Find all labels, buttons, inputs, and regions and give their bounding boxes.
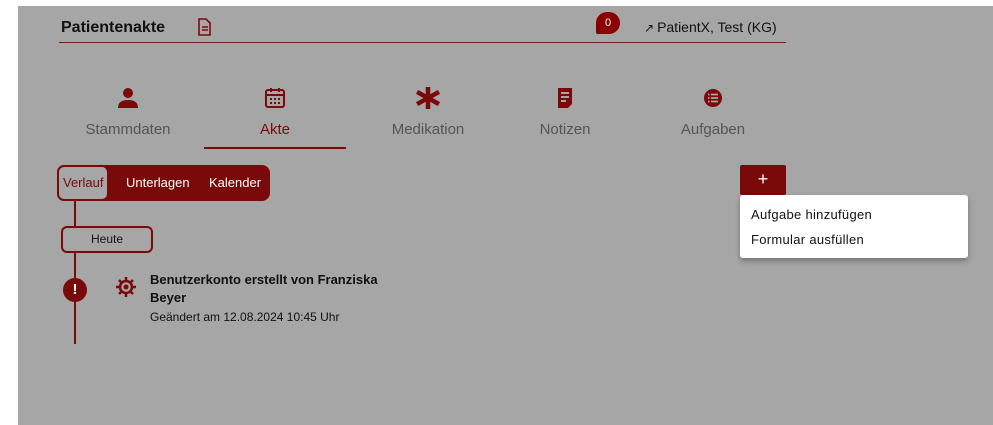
tab-label: Medikation (391, 121, 465, 138)
menu-item-add-task[interactable]: Aufgabe hinzufügen (751, 207, 872, 222)
external-link-icon: ↗ (644, 21, 655, 35)
page-title: Patientenakte (61, 19, 166, 36)
menu-item-fill-form[interactable]: Formular ausfüllen (751, 232, 864, 247)
timeline-line (74, 201, 76, 227)
tab-label: Stammdaten (85, 121, 171, 138)
gear-icon (116, 277, 136, 297)
tab-medikation[interactable]: Medikation (358, 87, 498, 138)
person-icon (118, 88, 138, 108)
document-icon[interactable] (196, 18, 212, 36)
event-changed-date: Geändert am 12.08.2024 10:45 Uhr (150, 310, 340, 324)
tab-notizen[interactable]: Notizen (495, 87, 635, 138)
tab-akte[interactable]: Akte (205, 87, 345, 138)
segment-kalender[interactable]: Kalender (209, 165, 261, 201)
add-button[interactable]: + (740, 165, 786, 195)
tab-aufgaben[interactable]: Aufgaben (643, 87, 783, 138)
segment-unterlagen[interactable]: Unterlagen (126, 165, 190, 201)
note-icon (558, 88, 572, 108)
tab-label: Aufgaben (680, 121, 746, 138)
add-menu: Aufgabe hinzufügen Formular ausfüllen (740, 195, 968, 258)
view-switcher: Verlauf Unterlagen Kalender (57, 165, 270, 201)
patient-name: PatientX, Test (KG) (657, 19, 777, 35)
page-header: Patientenakte 0 ↗ PatientX, Test (KG) (59, 12, 786, 43)
tab-stammdaten[interactable]: Stammdaten (58, 87, 198, 138)
alert-icon: ! (63, 278, 87, 302)
segment-verlauf[interactable]: Verlauf (57, 165, 110, 201)
timeline-today-label: Heute (61, 226, 153, 253)
asterisk-icon (416, 87, 440, 109)
notification-count: 0 (604, 17, 612, 29)
calendar-icon (265, 88, 285, 108)
tab-label: Akte (259, 121, 290, 138)
tab-label: Notizen (539, 121, 591, 138)
event-title: Benutzerkonto erstellt von Franziska Bey… (150, 272, 378, 305)
list-icon (704, 89, 722, 107)
patient-link[interactable]: ↗ PatientX, Test (KG) (644, 19, 777, 35)
notification-badge[interactable]: 0 (596, 12, 620, 34)
active-tab-indicator (204, 147, 346, 149)
